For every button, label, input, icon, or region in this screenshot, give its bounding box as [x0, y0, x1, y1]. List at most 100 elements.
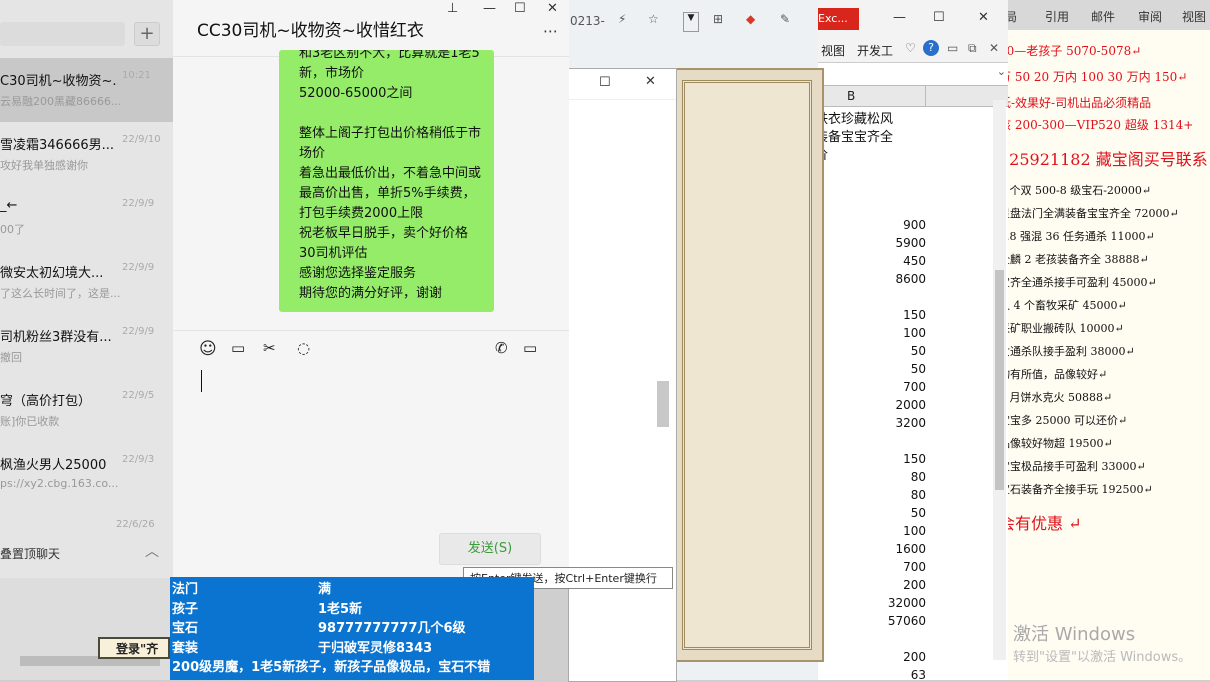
ribbon-tab[interactable]: 引用: [1045, 8, 1069, 25]
list-item[interactable]: 22/6/26: [0, 505, 173, 535]
pinned-chats-toggle[interactable]: 叠置顶聊天 ︿: [0, 535, 173, 575]
pin-icon[interactable]: ⊥: [447, 1, 458, 16]
phone-icon[interactable]: ✆: [495, 339, 517, 361]
doc-line: 1.8 强混 36 任务通杀 11000↵: [999, 230, 1155, 243]
sheet-cell[interactable]: 700: [903, 380, 926, 394]
sheet-cell[interactable]: 50: [911, 362, 926, 376]
sheet-cell[interactable]: 200: [903, 578, 926, 592]
restore-icon[interactable]: ⧉: [968, 41, 977, 56]
minimize-icon[interactable]: —: [483, 1, 496, 16]
selected-row-key: 200级男魔，1老5新孩子，新孩子品像极品，宝石不错: [172, 660, 491, 675]
close-icon[interactable]: ✕: [547, 1, 558, 16]
more-icon[interactable]: ⋯: [543, 22, 558, 40]
sheet-cell[interactable]: 80: [911, 488, 926, 502]
emoji-icon[interactable]: ☺: [199, 339, 221, 361]
doc-line: 30—老孩子 5070-5078↵: [999, 44, 1142, 58]
sheet-cell[interactable]: 63: [911, 668, 926, 680]
doc-line: 物有所值，品像较好↵: [999, 368, 1108, 381]
sheet-cell[interactable]: 2000: [895, 398, 926, 412]
send-button[interactable]: 发送(S): [439, 533, 541, 565]
heart-icon[interactable]: ♡: [905, 41, 916, 55]
sheet-cell[interactable]: 150: [903, 308, 926, 322]
selected-row: 孩子 1老5新: [172, 598, 362, 617]
ribbon-tab[interactable]: 视图: [1182, 8, 1206, 25]
ribbon-tab[interactable]: 邮件: [1091, 8, 1115, 25]
chat-list-item[interactable]: 雪凌霜346666男... 攻好我单独感谢你 22/9/10: [0, 122, 173, 186]
chat-item-time: 22/9/10: [122, 134, 161, 145]
maximize-icon[interactable]: ☐: [599, 75, 611, 90]
help-icon[interactable]: ?: [923, 40, 939, 56]
sheet-cell[interactable]: 700: [903, 560, 926, 574]
sheet-cell[interactable]: 200: [903, 650, 926, 664]
message-bubble[interactable]: 和3老区别不大，比算就是1老5 新，市场价 52000-65000之间 整体上阁子打包…: [279, 50, 494, 312]
star-icon[interactable]: ☆: [648, 12, 659, 26]
formula-bar[interactable]: ⌄: [813, 63, 1008, 86]
sheet-cell[interactable]: 50: [911, 506, 926, 520]
doc-line: 8 月饼水克火 50888↵: [999, 391, 1113, 404]
sheet-cell[interactable]: 8600: [895, 272, 926, 286]
close-small-icon[interactable]: ✕: [989, 41, 999, 55]
sheet-cell[interactable]: 57060: [888, 614, 926, 628]
message-line: 和3老区别不大，比算就是1老5: [299, 50, 480, 61]
sheet-cell[interactable]: 50: [911, 344, 926, 358]
wrench-icon[interactable]: ✎: [780, 12, 790, 26]
message-line: 新，市场价: [299, 66, 365, 81]
message-line: 祝老板早日脱手，卖个好价格: [299, 226, 469, 241]
selected-text-block[interactable]: 法门 满孩子 1老5新 宝石 98777777777几个6级 套装 于归破军灵修8343 20…: [170, 577, 534, 680]
message-input[interactable]: [199, 370, 595, 520]
doc-line: 会有优惠 ↵: [999, 514, 1082, 533]
sheet-cell[interactable]: 3200: [895, 416, 926, 430]
grid-icon[interactable]: ⊞: [713, 12, 723, 26]
close-icon[interactable]: ✕: [645, 74, 656, 89]
chat-list-item[interactable]: 司机粉丝3群没有... 撤回 22/9/9: [0, 314, 173, 378]
chevron-up-icon[interactable]: ︿: [145, 541, 159, 561]
flash-icon[interactable]: ⚡: [618, 12, 626, 26]
chat-list-item[interactable]: _← 00了 22/9/9: [0, 186, 173, 250]
sheet-header-cell[interactable]: 装备宝宝齐全: [815, 126, 893, 145]
sheet-cell[interactable]: 32000: [888, 596, 926, 610]
sheet-cell[interactable]: 150: [903, 452, 926, 466]
expand-formula-icon[interactable]: ⌄: [997, 65, 1006, 78]
gamepad-icon[interactable]: ◆: [746, 12, 755, 26]
scissors-icon[interactable]: ✂: [263, 339, 285, 361]
minimize-icon[interactable]: —: [893, 10, 906, 25]
maximize-icon[interactable]: ☐: [933, 10, 945, 25]
login-button[interactable]: 登录"齐: [98, 637, 170, 659]
folder-icon[interactable]: ▭: [231, 339, 253, 361]
chat-item-name: 雪凌霜346666男...: [0, 138, 115, 153]
maximize-icon[interactable]: ☐: [514, 1, 526, 16]
doc-line: 采矿职业搬砖队 10000↵: [999, 322, 1124, 335]
close-icon[interactable]: ✕: [978, 10, 989, 25]
chat-list-item[interactable]: 穹（高价打包） 账]你已收款 22/9/5: [0, 378, 173, 442]
ribbon-tab[interactable]: 审阅: [1138, 8, 1162, 25]
video-icon[interactable]: ▭: [523, 339, 545, 361]
sheet-scrollbar[interactable]: [993, 100, 1006, 660]
dropdown-icon[interactable]: ▼: [683, 12, 699, 32]
sheet-cell[interactable]: 1600: [895, 542, 926, 556]
doc-line: 宝宝多 25000 可以还价↵: [999, 414, 1128, 427]
search-input[interactable]: [0, 22, 125, 46]
menu-developer[interactable]: 开发工: [857, 42, 893, 59]
chat-bubble-icon[interactable]: ◌: [297, 339, 319, 361]
add-chat-button[interactable]: +: [134, 22, 160, 46]
dialog-scrollbar[interactable]: [657, 381, 669, 427]
sheet-cell[interactable]: 100: [903, 524, 926, 538]
chat-item-preview: 00了: [0, 223, 25, 236]
sheet-cell[interactable]: 5900: [895, 236, 926, 250]
chat-list-item[interactable]: 微安太初幻境大... 了这么长时间了，这是... 22/9/9: [0, 250, 173, 314]
doc-line: 万 50 20 万内 100 30 万内 150↵: [999, 70, 1188, 84]
selected-row-key: 套装: [172, 640, 199, 656]
menu-view[interactable]: 视图: [821, 42, 845, 59]
chat-item-preview: 云易融200黑藏86666...: [0, 95, 120, 108]
chat-list-item[interactable]: 枫渔火男人25000 ps://xy2.cbg.163.co... 22/9/3: [0, 442, 173, 506]
chat-item-name: 枫渔火男人25000: [0, 458, 107, 473]
chat-list-item[interactable]: C30司机~收物资~... 云易融200黑藏86666... 10:21: [0, 58, 173, 122]
sheet-cell[interactable]: 900: [903, 218, 926, 232]
ribbon-minimize-icon[interactable]: ▭: [947, 41, 958, 55]
column-b-label[interactable]: B: [847, 89, 855, 103]
sheet-cell[interactable]: 100: [903, 326, 926, 340]
app-badge[interactable]: Exc...: [813, 8, 859, 30]
sheet-cell[interactable]: 450: [903, 254, 926, 268]
sheet-cell[interactable]: 80: [911, 470, 926, 484]
sheet-header-cell[interactable]: 铁衣珍藏松风: [815, 108, 893, 127]
